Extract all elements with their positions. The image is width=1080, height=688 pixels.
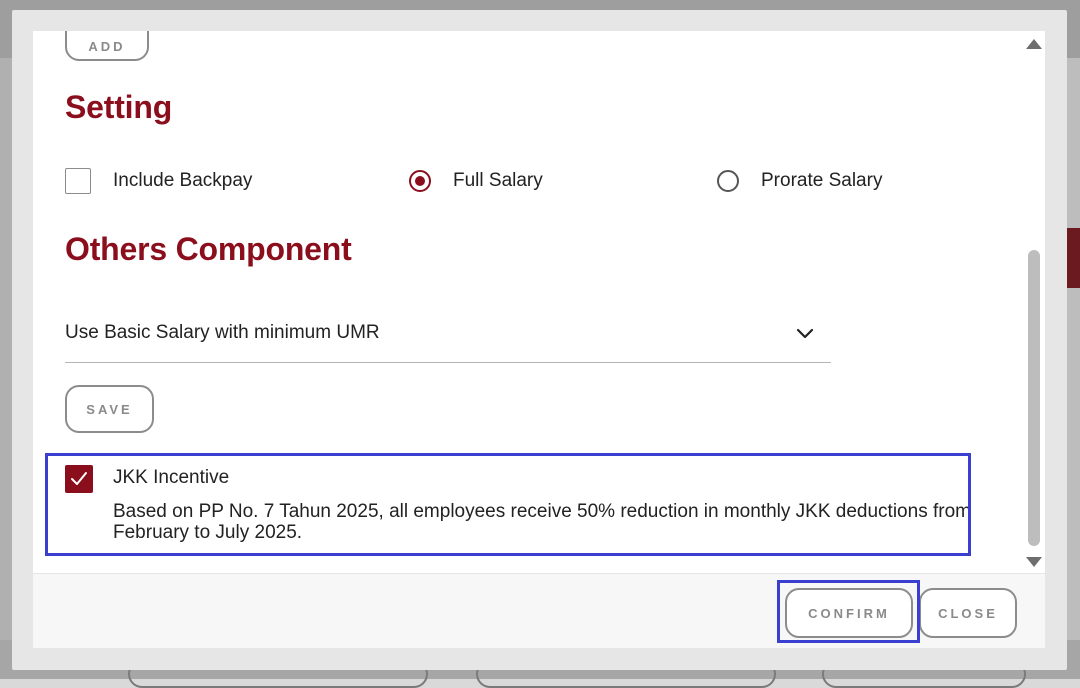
prorate-salary-label: Prorate Salary bbox=[761, 170, 883, 191]
chevron-down-icon bbox=[796, 328, 814, 339]
prorate-salary-radio[interactable]: Prorate Salary bbox=[717, 165, 882, 197]
others-component-select[interactable]: Use Basic Salary with minimum UMR bbox=[65, 313, 831, 363]
setting-section-title: Setting bbox=[65, 89, 173, 125]
full-salary-label: Full Salary bbox=[453, 170, 543, 191]
radio-selected-icon bbox=[409, 170, 431, 192]
select-value: Use Basic Salary with minimum UMR bbox=[65, 322, 380, 343]
jkk-incentive-description: Based on PP No. 7 Tahun 2025, all employ… bbox=[113, 501, 971, 543]
check-icon bbox=[71, 472, 87, 485]
modal-scrollbar[interactable] bbox=[1023, 31, 1045, 573]
checkbox-box bbox=[65, 168, 91, 194]
add-button[interactable]: ADD bbox=[65, 31, 149, 61]
modal-footer: CONFIRM CLOSE bbox=[33, 573, 1045, 648]
scroll-up-arrow-icon[interactable] bbox=[1026, 39, 1042, 49]
jkk-incentive-checkbox[interactable] bbox=[65, 465, 93, 493]
modal-body: ADD Setting Include Backpay Full Salary … bbox=[33, 31, 1023, 571]
others-component-title: Others Component bbox=[65, 231, 352, 267]
confirm-button[interactable]: CONFIRM bbox=[785, 588, 913, 638]
radio-unselected-icon bbox=[717, 170, 739, 192]
scrollbar-thumb[interactable] bbox=[1028, 250, 1040, 546]
scroll-down-arrow-icon[interactable] bbox=[1026, 557, 1042, 567]
full-salary-radio[interactable]: Full Salary bbox=[409, 165, 543, 197]
save-button[interactable]: SAVE bbox=[65, 385, 154, 433]
jkk-incentive-label: JKK Incentive bbox=[113, 467, 230, 488]
jkk-incentive-option: JKK Incentive Based on PP No. 7 Tahun 20… bbox=[65, 461, 985, 551]
close-button[interactable]: CLOSE bbox=[919, 588, 1017, 638]
include-backpay-checkbox[interactable]: Include Backpay bbox=[65, 165, 252, 197]
include-backpay-label: Include Backpay bbox=[113, 170, 253, 191]
settings-modal: ADD Setting Include Backpay Full Salary … bbox=[33, 31, 1045, 648]
